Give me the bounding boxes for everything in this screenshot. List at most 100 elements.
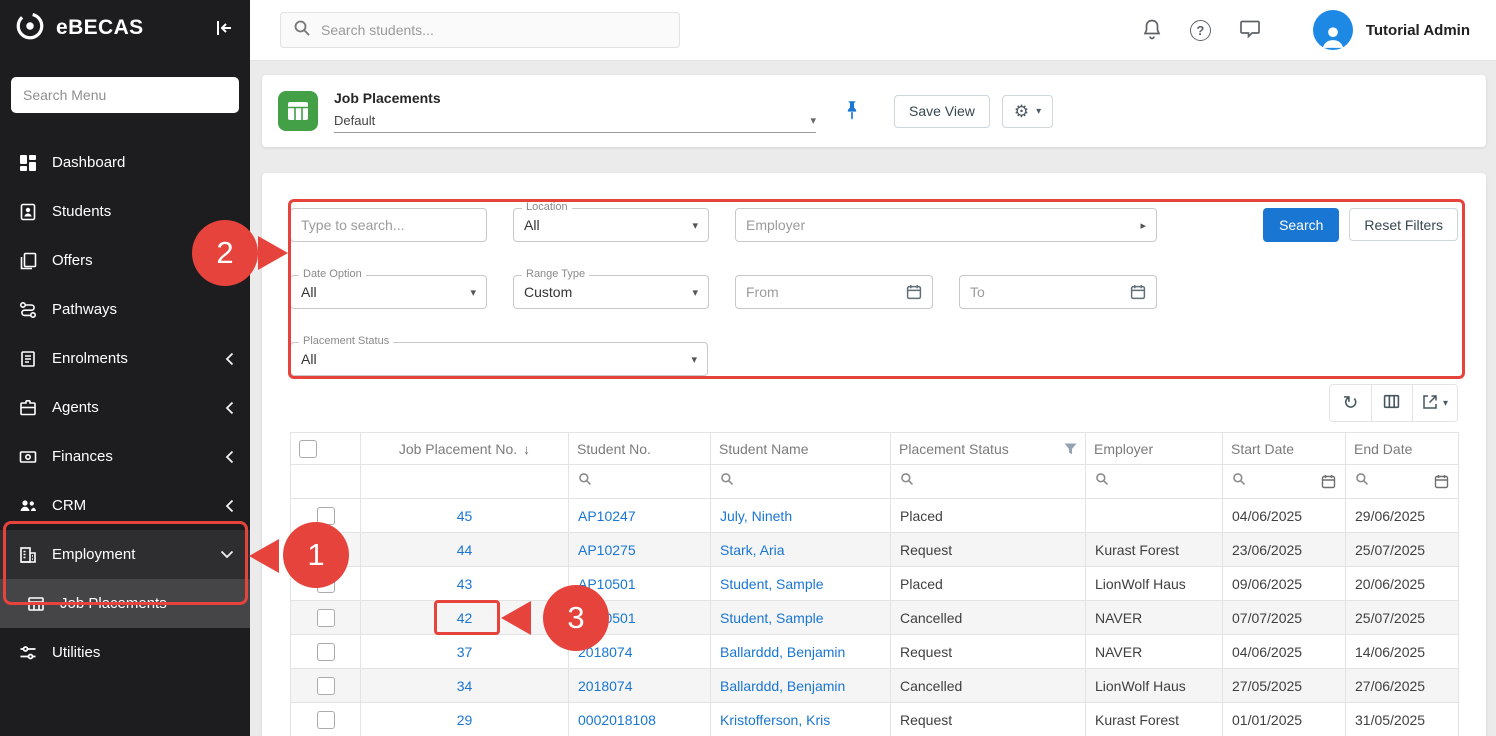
export-button[interactable]: ▾ [1412, 385, 1457, 421]
user-menu[interactable]: Tutorial Admin [1313, 10, 1470, 50]
row-checkbox[interactable] [317, 541, 335, 559]
employment-icon [18, 546, 37, 564]
menu-search-input[interactable] [11, 77, 239, 113]
search-icon [720, 472, 734, 491]
column-header-student-name[interactable]: Student Name [711, 433, 891, 465]
app-root: eBECAS Dashboard Students Offers [0, 0, 1496, 736]
location-select[interactable]: Location All ▾ [513, 208, 709, 242]
column-label: Placement Status [899, 441, 1009, 457]
column-header-end-date[interactable]: End Date [1346, 433, 1459, 465]
sidebar-item-finances[interactable]: Finances [0, 432, 250, 481]
filter-cell-student-no[interactable] [569, 465, 711, 499]
column-header-start-date[interactable]: Start Date [1223, 433, 1346, 465]
filter-cell-start-date[interactable] [1223, 465, 1346, 499]
students-icon [18, 203, 37, 221]
view-settings-button[interactable]: ⚙ ▾ [1002, 95, 1053, 128]
placement-status-select[interactable]: Placement Status All ▾ [290, 342, 708, 376]
table-row[interactable]: 44 AP10275 Stark, Aria Request Kurast Fo… [291, 533, 1459, 567]
row-checkbox[interactable] [317, 575, 335, 593]
job-placements-panel: Location All ▾ Employer ▸ Search Reset F… [262, 173, 1486, 736]
table-row[interactable]: 42 AP10501 Student, Sample Cancelled NAV… [291, 601, 1459, 635]
crm-icon [18, 497, 37, 515]
student-name-link[interactable]: Student, Sample [720, 576, 824, 592]
filter-cell-student-name[interactable] [711, 465, 891, 499]
table-row[interactable]: 29 0002018108 Kristofferson, Kris Reques… [291, 703, 1459, 736]
sidebar-item-pathways[interactable]: Pathways [0, 285, 250, 334]
main-area: ? Tutorial Admin Job Placements [250, 0, 1496, 736]
employer-combobox[interactable]: Employer ▸ [735, 208, 1157, 242]
date-option-label: Date Option [299, 268, 366, 280]
sidebar-item-utilities[interactable]: Utilities [0, 628, 250, 677]
student-no-link[interactable]: AP10275 [578, 542, 636, 558]
job-placement-link[interactable]: 42 [457, 610, 473, 626]
job-placement-link[interactable]: 43 [457, 576, 473, 592]
student-no-link[interactable]: 2018074 [578, 678, 633, 694]
help-button[interactable]: ? [1190, 20, 1211, 41]
select-all-checkbox[interactable] [299, 440, 317, 458]
save-view-button[interactable]: Save View [894, 95, 990, 128]
sidebar-item-employment[interactable]: Employment [0, 530, 250, 579]
row-checkbox[interactable] [317, 609, 335, 627]
reset-filters-button[interactable]: Reset Filters [1349, 208, 1458, 241]
sidebar-item-crm[interactable]: CRM [0, 481, 250, 530]
table-row[interactable]: 37 2018074 Ballarddd, Benjamin Request N… [291, 635, 1459, 669]
student-no-link[interactable]: AP10501 [578, 610, 636, 626]
job-placement-link[interactable]: 44 [457, 542, 473, 558]
student-name-link[interactable]: Ballarddd, Benjamin [720, 678, 845, 694]
filter-funnel-icon[interactable] [1064, 443, 1077, 455]
job-placement-link[interactable]: 34 [457, 678, 473, 694]
calendar-icon[interactable] [1434, 474, 1449, 489]
student-name-link[interactable]: Ballarddd, Benjamin [720, 644, 845, 660]
column-header-placement-status[interactable]: Placement Status [891, 433, 1086, 465]
student-search-input[interactable] [321, 22, 667, 38]
feedback-button[interactable] [1239, 19, 1261, 42]
offers-icon [18, 252, 37, 270]
sidebar-item-enrolments[interactable]: Enrolments [0, 334, 250, 383]
filter-cell-end-date[interactable] [1346, 465, 1459, 499]
student-name-link[interactable]: Stark, Aria [720, 542, 785, 558]
job-placement-link[interactable]: 45 [457, 508, 473, 524]
range-type-value: Custom [524, 284, 572, 300]
row-checkbox[interactable] [317, 643, 335, 661]
range-type-select[interactable]: Range Type Custom ▾ [513, 275, 709, 309]
row-checkbox[interactable] [317, 711, 335, 729]
column-header-employer[interactable]: Employer [1086, 433, 1223, 465]
student-no-link[interactable]: AP10501 [578, 576, 636, 592]
pin-view-button[interactable] [842, 99, 862, 124]
job-placement-link[interactable]: 37 [457, 644, 473, 660]
filter-cell-employer[interactable] [1086, 465, 1223, 499]
date-option-select[interactable]: Date Option All ▾ [290, 275, 487, 309]
text-search-input[interactable] [290, 208, 487, 242]
status-cell: Request [891, 703, 1086, 736]
calendar-icon[interactable] [1321, 474, 1336, 489]
student-no-link[interactable]: AP10247 [578, 508, 636, 524]
chat-icon [1239, 19, 1261, 42]
job-placement-link[interactable]: 29 [457, 712, 473, 728]
column-chooser-button[interactable] [1371, 385, 1412, 421]
row-checkbox[interactable] [317, 677, 335, 695]
refresh-button[interactable]: ↻ [1330, 385, 1371, 421]
student-no-link[interactable]: 2018074 [578, 644, 633, 660]
to-date-input[interactable]: To [959, 275, 1157, 309]
row-checkbox[interactable] [317, 507, 335, 525]
column-header-student-no[interactable]: Student No. [569, 433, 711, 465]
filter-cell-placement-status[interactable] [891, 465, 1086, 499]
table-row[interactable]: 43 AP10501 Student, Sample Placed LionWo… [291, 567, 1459, 601]
student-no-link[interactable]: 0002018108 [578, 712, 656, 728]
sidebar-item-students[interactable]: Students [0, 187, 250, 236]
student-name-link[interactable]: July, Nineth [720, 508, 792, 524]
table-row[interactable]: 34 2018074 Ballarddd, Benjamin Cancelled… [291, 669, 1459, 703]
table-row[interactable]: 45 AP10247 July, Nineth Placed 04/06/202… [291, 499, 1459, 533]
student-name-link[interactable]: Kristofferson, Kris [720, 712, 830, 728]
notifications-button[interactable] [1142, 18, 1162, 43]
column-header-job-placement-no[interactable]: Job Placement No.↓ [361, 433, 569, 465]
sidebar-item-job-placements[interactable]: Job Placements [0, 579, 250, 628]
from-date-input[interactable]: From [735, 275, 933, 309]
view-select[interactable]: Default ▾ [334, 113, 816, 133]
sidebar-item-dashboard[interactable]: Dashboard [0, 138, 250, 187]
sidebar-collapse-icon[interactable] [212, 17, 236, 39]
student-name-link[interactable]: Student, Sample [720, 610, 824, 626]
sidebar-item-offers[interactable]: Offers [0, 236, 250, 285]
search-button[interactable]: Search [1263, 208, 1339, 242]
sidebar-item-agents[interactable]: Agents [0, 383, 250, 432]
